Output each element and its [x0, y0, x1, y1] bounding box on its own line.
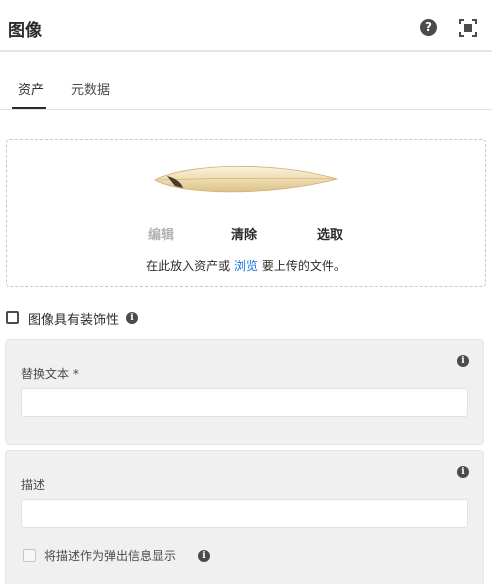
info-icon[interactable]: i — [457, 355, 469, 367]
browse-link[interactable]: 浏览 — [234, 259, 258, 273]
drop-hint-before: 在此放入资产或 — [146, 259, 231, 273]
popup-label: 将描述作为弹出信息显示 — [44, 549, 177, 563]
asset-dropzone[interactable]: 编辑 清除 选取 在此放入资产或 浏览 要上传的文件。 — [6, 139, 486, 287]
description-input[interactable] — [21, 499, 468, 528]
description-panel: i 描述 将描述作为弹出信息显示 i — [5, 450, 484, 584]
info-icon[interactable]: i — [126, 312, 138, 324]
fullscreen-icon[interactable] — [459, 19, 477, 37]
alt-text-panel: i 替换文本 * — [5, 339, 484, 445]
description-label: 描述 — [21, 478, 46, 492]
drop-hint: 在此放入资产或 浏览 要上传的文件。 — [7, 257, 485, 274]
pick-button[interactable]: 选取 — [317, 224, 343, 243]
decorative-label: 图像具有装饰性 — [28, 313, 120, 328]
tab-metadata[interactable]: 元数据 — [71, 79, 110, 98]
edit-button[interactable]: 编辑 — [148, 224, 174, 243]
drop-hint-after: 要上传的文件。 — [261, 259, 346, 273]
popup-checkbox[interactable] — [23, 549, 36, 562]
alt-text-label: 替换文本 * — [21, 367, 79, 381]
info-icon[interactable]: i — [198, 550, 210, 562]
page-title: 图像 — [8, 21, 42, 41]
decorative-checkbox[interactable] — [6, 311, 19, 324]
info-icon[interactable]: i — [457, 466, 469, 478]
surfboard-thumbnail — [154, 165, 339, 193]
active-tab-indicator — [12, 107, 46, 109]
panel-header: 图像 ? — [0, 0, 492, 52]
clear-button[interactable]: 清除 — [231, 224, 257, 243]
alt-text-input[interactable] — [21, 388, 468, 417]
tab-assets[interactable]: 资产 — [18, 79, 44, 98]
help-icon[interactable]: ? — [420, 19, 437, 36]
tab-bar: 资产 元数据 — [0, 52, 492, 110]
